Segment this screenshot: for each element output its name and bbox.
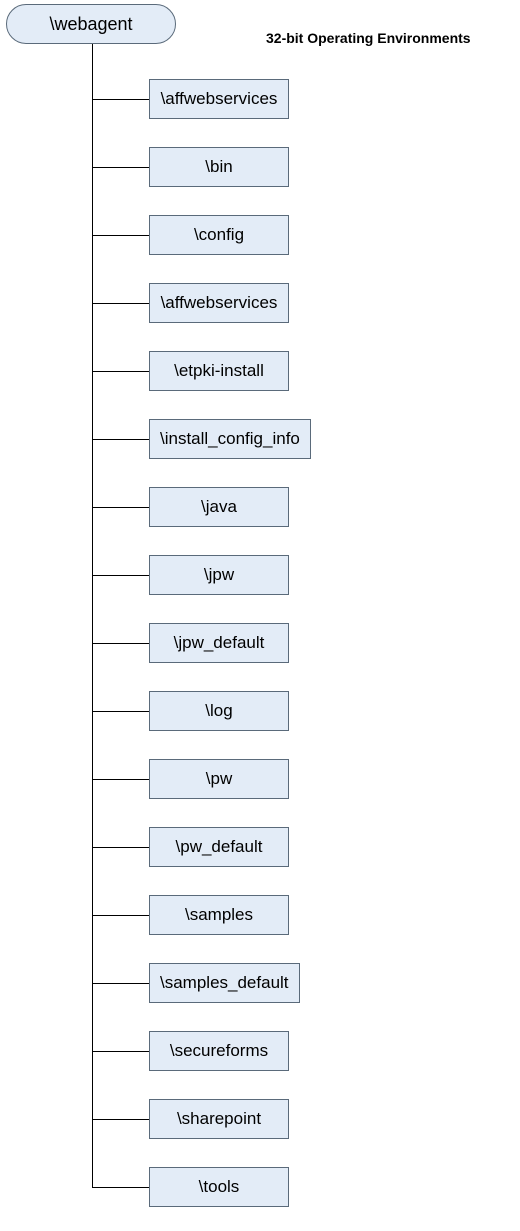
tree-child-label: \sharepoint bbox=[177, 1109, 261, 1129]
tree-horizontal-line bbox=[92, 1051, 149, 1052]
tree-child-label: \install_config_info bbox=[160, 429, 300, 449]
tree-child-box: \bin bbox=[149, 147, 289, 187]
tree-child-box: \etpki-install bbox=[149, 351, 289, 391]
tree-child-box: \jpw bbox=[149, 555, 289, 595]
tree-child-box: \samples bbox=[149, 895, 289, 935]
tree-child-label: \java bbox=[201, 497, 237, 517]
tree-child-box: \affwebservices bbox=[149, 79, 289, 119]
tree-child-box: \samples_default bbox=[149, 963, 300, 1003]
tree-horizontal-line bbox=[92, 167, 149, 168]
tree-horizontal-line bbox=[92, 1187, 149, 1188]
tree-child-label: \log bbox=[205, 701, 232, 721]
tree-horizontal-line bbox=[92, 779, 149, 780]
tree-child-label: \samples_default bbox=[160, 973, 289, 993]
tree-horizontal-line bbox=[92, 235, 149, 236]
tree-child-box: \install_config_info bbox=[149, 419, 311, 459]
tree-horizontal-line bbox=[92, 711, 149, 712]
tree-child-box: \secureforms bbox=[149, 1031, 289, 1071]
diagram-title: 32-bit Operating Environments bbox=[266, 30, 471, 46]
tree-horizontal-line bbox=[92, 1119, 149, 1120]
root-node: \webagent bbox=[6, 4, 176, 44]
tree-child-box: \pw bbox=[149, 759, 289, 799]
tree-child-label: \pw bbox=[206, 769, 232, 789]
tree-child-box: \sharepoint bbox=[149, 1099, 289, 1139]
tree-horizontal-line bbox=[92, 99, 149, 100]
tree-horizontal-line bbox=[92, 847, 149, 848]
tree-child-box: \java bbox=[149, 487, 289, 527]
tree-child-box: \affwebservices bbox=[149, 283, 289, 323]
tree-child-box: \log bbox=[149, 691, 289, 731]
tree-horizontal-line bbox=[92, 643, 149, 644]
tree-horizontal-line bbox=[92, 915, 149, 916]
tree-child-label: \affwebservices bbox=[161, 89, 278, 109]
tree-horizontal-line bbox=[92, 507, 149, 508]
tree-horizontal-line bbox=[92, 371, 149, 372]
tree-child-label: \etpki-install bbox=[174, 361, 264, 381]
tree-vertical-line bbox=[92, 44, 93, 1187]
tree-child-label: \secureforms bbox=[170, 1041, 268, 1061]
tree-child-box: \tools bbox=[149, 1167, 289, 1207]
tree-child-label: \pw_default bbox=[176, 837, 263, 857]
tree-child-label: \bin bbox=[205, 157, 232, 177]
tree-horizontal-line bbox=[92, 439, 149, 440]
tree-child-box: \config bbox=[149, 215, 289, 255]
tree-horizontal-line bbox=[92, 303, 149, 304]
tree-horizontal-line bbox=[92, 575, 149, 576]
tree-child-box: \pw_default bbox=[149, 827, 289, 867]
tree-child-label: \jpw bbox=[204, 565, 234, 585]
tree-horizontal-line bbox=[92, 983, 149, 984]
tree-child-label: \affwebservices bbox=[161, 293, 278, 313]
tree-child-label: \config bbox=[194, 225, 244, 245]
tree-child-label: \tools bbox=[199, 1177, 240, 1197]
root-label: \webagent bbox=[49, 14, 132, 35]
tree-child-label: \samples bbox=[185, 905, 253, 925]
tree-child-box: \jpw_default bbox=[149, 623, 289, 663]
tree-child-label: \jpw_default bbox=[174, 633, 265, 653]
